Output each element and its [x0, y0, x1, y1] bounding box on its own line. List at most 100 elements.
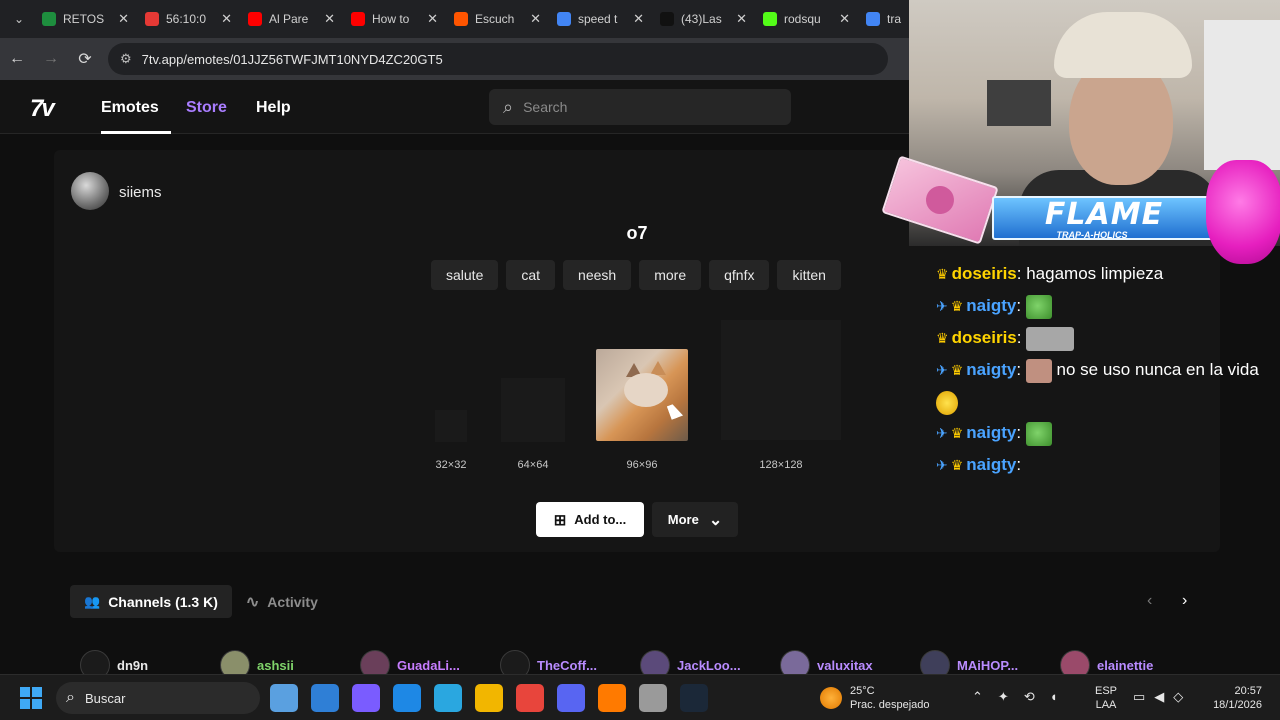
size-label-64: 64×64	[517, 459, 549, 471]
pinned-app-icon[interactable]	[639, 684, 667, 712]
pinned-app-icon[interactable]	[434, 684, 462, 712]
owner-avatar[interactable]	[71, 172, 109, 210]
weather-widget[interactable]: 25°C Prac. despejado	[820, 684, 930, 712]
emote-preview-128[interactable]	[721, 320, 841, 440]
tab-favicon-icon	[351, 12, 365, 26]
emote-tag[interactable]: more	[639, 260, 702, 290]
size-label-32: 32×32	[435, 459, 467, 471]
pinned-app-icon[interactable]	[352, 684, 380, 712]
chat-emote-icon	[1026, 326, 1075, 351]
crown-badge-icon: ♛	[950, 457, 964, 473]
sword-badge-icon: ✈	[936, 425, 948, 441]
cat-head	[624, 373, 668, 407]
chat-message: ✈ ♛ naigty:	[936, 455, 1022, 474]
emote-tag[interactable]: neesh	[563, 260, 632, 290]
browser-tab[interactable]: How to ✕	[343, 4, 446, 34]
pinned-app-icon[interactable]	[557, 684, 585, 712]
lang-bottom: LAA	[1095, 699, 1117, 711]
chevron-down-icon: ⌄	[708, 511, 723, 529]
tab-close-icon[interactable]: ✕	[427, 11, 438, 27]
browser-tab[interactable]: (43)Las ✕	[652, 4, 755, 34]
windows-taskbar: ⌕ Buscar 25°C Prac. despejado ⌃ ✦ ⟲ ◖ ES…	[0, 674, 1280, 720]
chat-message: ✈ ♛ naigty: no se uso nunca en la vida	[936, 354, 1276, 417]
browser-tab[interactable]: 56:10:0 ✕	[137, 4, 240, 34]
browser-tab[interactable]: Al Pare ✕	[240, 4, 343, 34]
emote-preview-96[interactable]	[596, 349, 688, 441]
clock[interactable]: 20:57 18/1/2026	[1206, 684, 1262, 712]
chat-emote-icon	[1025, 294, 1052, 319]
chat-username: doseiris	[951, 264, 1017, 283]
tab-title: 56:10:0	[166, 12, 207, 26]
stream-chat-overlay: ♛ doseiris: hagamos limpieza ✈ ♛ naigty: ♛ do…	[936, 258, 1276, 481]
tab-close-icon[interactable]: ✕	[118, 11, 129, 27]
nav-help[interactable]: Help	[256, 99, 291, 117]
pinned-app-icon[interactable]	[680, 684, 708, 712]
microphone-icon[interactable]: ◖	[1050, 689, 1058, 705]
taskbar-search[interactable]: ⌕ Buscar	[56, 682, 260, 714]
tab-channels-label: Channels (1.3 K)	[108, 593, 218, 610]
pinned-app-icon[interactable]	[311, 684, 339, 712]
tab-close-icon[interactable]: ✕	[324, 11, 335, 27]
taskbar-search-label: Buscar	[84, 690, 126, 706]
chat-username: doseiris	[951, 328, 1017, 347]
emote-preview-32[interactable]	[435, 410, 467, 442]
tray-app-icon[interactable]: ✦	[998, 689, 1009, 705]
tab-search-menu-button[interactable]: ⌄	[4, 4, 34, 34]
pinned-app-icon[interactable]	[270, 684, 298, 712]
tab-close-icon[interactable]: ✕	[736, 11, 747, 27]
reload-button[interactable]: ⟳	[68, 49, 102, 69]
sword-badge-icon: ✈	[936, 457, 948, 473]
tab-close-icon[interactable]: ✕	[530, 11, 541, 27]
tab-title: RETOS	[63, 12, 105, 26]
owner-name[interactable]: siiems	[119, 184, 162, 201]
address-bar[interactable]: ⚙ 7tv.app/emotes/01JJZ56TWFJMT10NYD4ZC20…	[108, 43, 888, 75]
language-indicator[interactable]: ESP LAA	[1094, 684, 1118, 712]
back-button[interactable]: ←	[0, 50, 34, 68]
emote-tag[interactable]: cat	[506, 260, 556, 290]
pinned-app-icon[interactable]	[475, 684, 503, 712]
site-info-icon[interactable]: ⚙	[120, 51, 132, 67]
more-label: More	[667, 512, 699, 527]
chat-text: hagamos limpieza	[1026, 264, 1164, 283]
add-to-button[interactable]: ⊞ Add to...	[536, 502, 644, 537]
pinned-app-icon[interactable]	[598, 684, 626, 712]
chat-username: naigty	[966, 455, 1017, 474]
nav-emotes[interactable]: Emotes	[101, 99, 159, 117]
lang-top: ESP	[1094, 685, 1117, 697]
emote-tag[interactable]: salute	[431, 260, 499, 290]
chat-username: naigty	[966, 360, 1017, 379]
browser-tab[interactable]: rodsqu ✕	[755, 4, 858, 34]
prev-page-button[interactable]: ‹	[1147, 592, 1152, 610]
search-input[interactable]: ⌕ Search	[489, 89, 791, 125]
next-page-button[interactable]: ›	[1182, 592, 1187, 610]
7tv-logo[interactable]: 7v	[30, 95, 55, 123]
nav-active-indicator	[101, 131, 171, 134]
tab-title: Escuch	[475, 12, 515, 26]
browser-tab[interactable]: Escuch ✕	[446, 4, 549, 34]
time: 20:57	[1234, 685, 1262, 697]
tab-close-icon[interactable]: ✕	[633, 11, 644, 27]
tab-close-icon[interactable]: ✕	[221, 11, 232, 27]
pinned-app-icon[interactable]	[393, 684, 421, 712]
channel-name: GuadaLi...	[397, 657, 460, 673]
more-button[interactable]: More ⌄	[652, 502, 738, 537]
weather-condition: Prac. despejado	[850, 699, 930, 711]
tray-chevron-up-icon[interactable]: ⌃	[972, 689, 983, 705]
tab-channels[interactable]: 👥 Channels (1.3 K)	[70, 585, 232, 618]
forward-button[interactable]: →	[34, 50, 68, 68]
browser-tab[interactable]: RETOS ✕	[34, 4, 137, 34]
activity-icon: ∿	[245, 593, 260, 611]
emote-preview-64[interactable]	[501, 378, 565, 442]
windows-start-icon[interactable]	[20, 687, 42, 709]
nav-store[interactable]: Store	[186, 99, 227, 117]
emote-tag[interactable]: qfnfx	[709, 260, 770, 290]
browser-tab[interactable]: speed t ✕	[549, 4, 652, 34]
tray-sync-icon[interactable]: ⟲	[1024, 689, 1035, 705]
streamer-cap	[1054, 12, 1192, 78]
tab-close-icon[interactable]: ✕	[839, 11, 850, 27]
emote-tag[interactable]: kitten	[777, 260, 841, 290]
pinned-app-icon[interactable]	[516, 684, 544, 712]
tab-activity[interactable]: ∿ Activity	[232, 585, 332, 618]
quick-settings[interactable]: ▭ ◀ ◇	[1133, 689, 1183, 705]
tab-title: (43)Las	[681, 12, 722, 26]
